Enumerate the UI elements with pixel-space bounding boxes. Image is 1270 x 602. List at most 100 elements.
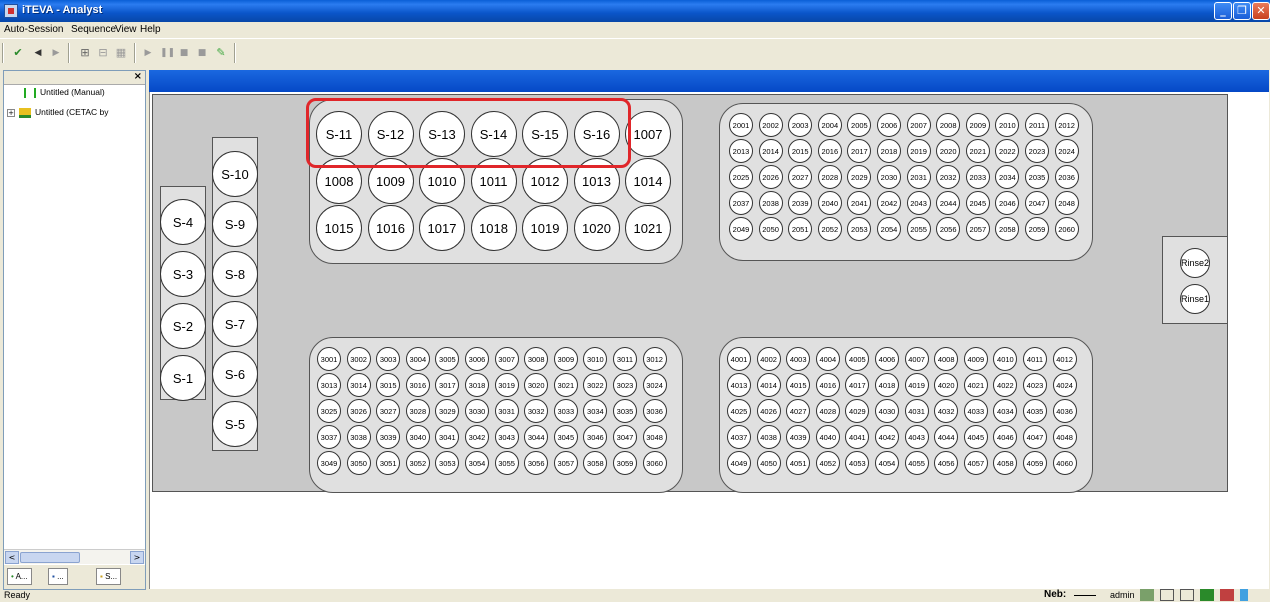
vial-2026[interactable]: 2026 <box>758 165 783 189</box>
vial-1018[interactable]: 1018 <box>470 205 517 251</box>
vial-4031[interactable]: 4031 <box>904 399 929 423</box>
vial-2013[interactable]: 2013 <box>729 139 753 163</box>
vial-3015[interactable]: 3015 <box>376 373 401 397</box>
scroll-thumb[interactable] <box>20 552 80 563</box>
close-button[interactable]: ✕ <box>1252 2 1270 20</box>
vial-1007[interactable]: 1007 <box>625 111 671 157</box>
vial-4045[interactable]: 4045 <box>963 425 988 449</box>
vial-3021[interactable]: 3021 <box>553 373 578 397</box>
vial-2032[interactable]: 2032 <box>936 165 961 189</box>
vial-rinse1[interactable]: Rinse1 <box>1180 284 1210 314</box>
vial-2036[interactable]: 2036 <box>1054 165 1079 189</box>
vial-4020[interactable]: 4020 <box>934 373 959 397</box>
vial-2016[interactable]: 2016 <box>817 139 842 163</box>
vial-2037[interactable]: 2037 <box>729 191 753 215</box>
vial-4023[interactable]: 4023 <box>1023 373 1047 397</box>
scroll-right-button[interactable]: > <box>130 551 144 564</box>
vial-4025[interactable]: 4025 <box>727 399 751 423</box>
table-icon[interactable]: ▦ <box>114 45 128 61</box>
vial-4006[interactable]: 4006 <box>875 347 899 371</box>
vial-3028[interactable]: 3028 <box>405 399 430 423</box>
vial-2038[interactable]: 2038 <box>758 191 783 215</box>
vial-2027[interactable]: 2027 <box>788 165 813 189</box>
vial-3057[interactable]: 3057 <box>553 451 578 475</box>
vial-3014[interactable]: 3014 <box>346 373 371 397</box>
vial-3012[interactable]: 3012 <box>642 347 667 371</box>
play-icon[interactable]: ▶ <box>142 45 154 61</box>
menu-sequence[interactable]: Sequence <box>71 24 116 35</box>
vial-2004[interactable]: 2004 <box>817 113 842 137</box>
vial-4028[interactable]: 4028 <box>815 399 840 423</box>
vial-3018[interactable]: 3018 <box>465 373 489 397</box>
vial-3006[interactable]: 3006 <box>465 347 489 371</box>
vial-4003[interactable]: 4003 <box>786 347 811 371</box>
stop-all-icon[interactable]: ■ <box>196 45 208 61</box>
menu-help[interactable]: Help <box>140 24 161 35</box>
vial-3036[interactable]: 3036 <box>642 399 667 423</box>
remove-sample-icon[interactable]: ⊟ <box>96 45 110 61</box>
vial-3016[interactable]: 3016 <box>405 373 430 397</box>
vial-2052[interactable]: 2052 <box>817 217 842 241</box>
vial-2056[interactable]: 2056 <box>936 217 961 241</box>
tab-analyst[interactable]: • A... <box>7 568 32 585</box>
vial-2021[interactable]: 2021 <box>965 139 990 163</box>
vial-3038[interactable]: 3038 <box>346 425 371 449</box>
vial-4052[interactable]: 4052 <box>815 451 840 475</box>
vial-3032[interactable]: 3032 <box>524 399 549 423</box>
forward-arrow-icon[interactable]: ▶ <box>50 45 62 61</box>
vial-2039[interactable]: 2039 <box>788 191 813 215</box>
maximize-button[interactable]: ❐ <box>1233 2 1251 20</box>
vial-3009[interactable]: 3009 <box>553 347 578 371</box>
vial-3020[interactable]: 3020 <box>524 373 549 397</box>
vial-3050[interactable]: 3050 <box>346 451 371 475</box>
vial-2042[interactable]: 2042 <box>877 191 901 215</box>
menu-view[interactable]: View <box>115 24 137 35</box>
vial-3048[interactable]: 3048 <box>642 425 667 449</box>
vial-2044[interactable]: 2044 <box>936 191 961 215</box>
vial-1021[interactable]: 1021 <box>625 205 671 251</box>
vial-4012[interactable]: 4012 <box>1052 347 1077 371</box>
vial-4024[interactable]: 4024 <box>1052 373 1077 397</box>
vial-4047[interactable]: 4047 <box>1023 425 1047 449</box>
vial-1015[interactable]: 1015 <box>316 205 362 251</box>
vial-2054[interactable]: 2054 <box>877 217 901 241</box>
tree-item-cetac[interactable]: + Untitled (CETAC by <box>7 107 109 118</box>
vial-3004[interactable]: 3004 <box>405 347 430 371</box>
vial-2009[interactable]: 2009 <box>965 113 990 137</box>
scroll-left-button[interactable]: < <box>5 551 19 564</box>
vial-1017[interactable]: 1017 <box>419 205 465 251</box>
vial-2051[interactable]: 2051 <box>788 217 813 241</box>
vial-2001[interactable]: 2001 <box>729 113 753 137</box>
vial-4019[interactable]: 4019 <box>904 373 929 397</box>
vial-3055[interactable]: 3055 <box>494 451 519 475</box>
vial-4032[interactable]: 4032 <box>934 399 959 423</box>
vial-4038[interactable]: 4038 <box>756 425 781 449</box>
vial-3027[interactable]: 3027 <box>376 399 401 423</box>
vial-2059[interactable]: 2059 <box>1025 217 1049 241</box>
vial-3011[interactable]: 3011 <box>613 347 637 371</box>
vial-4021[interactable]: 4021 <box>963 373 988 397</box>
edit-icon[interactable]: ✎ <box>214 45 228 61</box>
vial-2030[interactable]: 2030 <box>877 165 901 189</box>
vial-3051[interactable]: 3051 <box>376 451 401 475</box>
vial-3031[interactable]: 3031 <box>494 399 519 423</box>
vial-3042[interactable]: 3042 <box>465 425 489 449</box>
vial-3039[interactable]: 3039 <box>376 425 401 449</box>
tab-settings[interactable]: ▪ S... <box>96 568 122 585</box>
vial-4009[interactable]: 4009 <box>963 347 988 371</box>
vial-4001[interactable]: 4001 <box>727 347 751 371</box>
vial-4059[interactable]: 4059 <box>1023 451 1047 475</box>
vial-2045[interactable]: 2045 <box>965 191 990 215</box>
vial-4027[interactable]: 4027 <box>786 399 811 423</box>
minimize-button[interactable]: _ <box>1214 2 1232 20</box>
vial-3044[interactable]: 3044 <box>524 425 549 449</box>
pause-icon[interactable]: ❚❚ <box>160 45 175 61</box>
vial-4048[interactable]: 4048 <box>1052 425 1077 449</box>
vial-4013[interactable]: 4013 <box>727 373 751 397</box>
vial-s-7[interactable]: S-7 <box>212 301 258 347</box>
vial-1014[interactable]: 1014 <box>625 158 671 204</box>
vial-3007[interactable]: 3007 <box>494 347 519 371</box>
vial-3019[interactable]: 3019 <box>494 373 519 397</box>
vial-2055[interactable]: 2055 <box>906 217 931 241</box>
vial-2048[interactable]: 2048 <box>1054 191 1079 215</box>
